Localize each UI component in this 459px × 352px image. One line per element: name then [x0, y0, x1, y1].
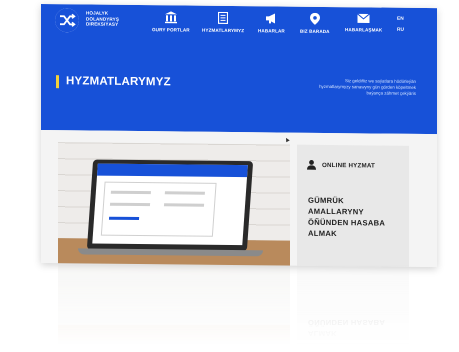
- lang-ru[interactable]: RU: [397, 25, 404, 36]
- nav-item-habarlar[interactable]: HABARLAR: [258, 12, 285, 34]
- megaphone-icon: [265, 13, 275, 24]
- mouse-cursor-icon: [284, 136, 290, 143]
- page-title: HYZMATLARYMYZ: [66, 75, 171, 89]
- nav-label: HYZMATLARYMYZ: [202, 27, 245, 34]
- reflection-text: ALMAK ÖÑÜNDEN HASABA: [308, 317, 385, 339]
- service-card-title-line: ALMAK: [308, 228, 337, 239]
- service-image[interactable]: [58, 142, 290, 267]
- service-card-title-line: ÖÑÜNDEN HASABA: [308, 217, 386, 228]
- reflection-text-line: ALMAK: [308, 329, 337, 338]
- service-card-header: ONLINE HYZMAT: [307, 160, 375, 171]
- service-card-title-line: AMALLARYNY: [308, 206, 364, 217]
- reflection-text-line: ÖÑÜNDEN HASABA: [308, 318, 386, 327]
- service-card-title[interactable]: GÜMRÜK AMALLARYNY ÖÑÜNDEN HASABA ALMAK: [308, 195, 398, 240]
- service-card-label: ONLINE HYZMAT: [322, 161, 376, 169]
- service-card[interactable]: ONLINE HYZMAT GÜMRÜK AMALLARYNY ÖÑÜNDEN …: [297, 144, 409, 268]
- nav-item-biz-barada[interactable]: BIZ BARADA: [300, 12, 330, 35]
- service-card-title-line: GÜMRÜK: [308, 195, 344, 206]
- hero-header: HOJALYK DOLANDYRYŞ DIREKSIÝASY GURY PORT…: [41, 4, 437, 135]
- logo[interactable]: [55, 8, 79, 33]
- language-switcher: EN RU: [397, 14, 404, 36]
- laptop-screen: [86, 159, 254, 252]
- nav-item-hyzmatlarymyz[interactable]: HYZMATLARYMYZ: [202, 11, 245, 34]
- document-icon: [218, 11, 229, 24]
- browser-frame: HOJALYK DOLANDYRYŞ DIREKSIÝASY GURY PORT…: [41, 4, 437, 268]
- page-description: Siz geldiñiz we saýatlara hödürleýän hyz…: [276, 77, 416, 96]
- nav-label: HABARLAŞMAK: [345, 27, 383, 33]
- reflection-image: [58, 265, 290, 345]
- page-description-line: baýança zähmet çekýäris: [366, 90, 416, 96]
- nav-label: HABARLAR: [258, 28, 285, 34]
- brand-name: HOJALYK DOLANDYRYŞ DIREKSIÝASY: [86, 10, 146, 27]
- nav-item-habarlasmak[interactable]: HABARLAŞMAK: [345, 13, 383, 33]
- laptop-display-form: [100, 181, 217, 237]
- brand-name-line: DIREKSIÝASY: [86, 21, 119, 27]
- nav-item-gury-portlar[interactable]: GURY PORTLAR: [152, 11, 190, 33]
- content-area: ONLINE HYZMAT GÜMRÜK AMALLARYNY ÖÑÜNDEN …: [41, 130, 437, 268]
- laptop-display-header: [97, 163, 248, 178]
- lang-en[interactable]: EN: [397, 14, 404, 25]
- shuffle-arrows-icon: [55, 8, 79, 33]
- mirror-reflection: ALMAK ÖÑÜNDEN HASABA: [41, 265, 437, 345]
- envelope-icon: [357, 13, 370, 23]
- reflection-card: ALMAK ÖÑÜNDEN HASABA: [297, 265, 409, 345]
- page-title-block: HYZMATLARYMYZ: [56, 75, 171, 90]
- person-icon: [307, 160, 316, 170]
- nav-label: GURY PORTLAR: [152, 27, 190, 33]
- building-icon: [164, 11, 177, 24]
- nav-label: BIZ BARADA: [300, 28, 330, 35]
- laptop-display: [92, 163, 248, 246]
- location-pin-icon: [309, 12, 320, 25]
